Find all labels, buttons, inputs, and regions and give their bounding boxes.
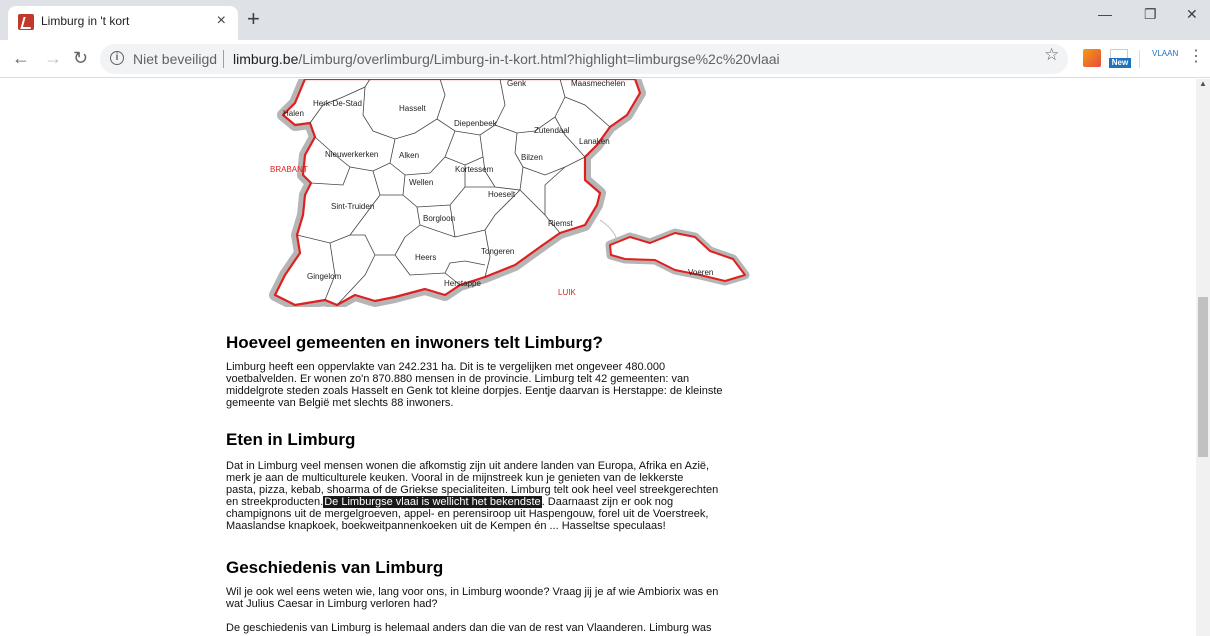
- reload-icon[interactable]: ↻: [73, 48, 88, 68]
- map-label-tongeren: Tongeren: [481, 247, 514, 256]
- map-label-kortessem: Kortessem: [455, 165, 494, 174]
- tab-strip: Limburg in 't kort × + — ❐ ✕: [0, 0, 1210, 40]
- map-label-nieuwerkerken: Nieuwerkerken: [325, 150, 378, 159]
- bookmark-star-icon[interactable]: ☆: [1044, 45, 1059, 65]
- browser-toolbar: ← → ↻ i Niet beveiligd limburg.be/Limbur…: [0, 40, 1210, 78]
- map-label-zutendaal: Zutendaal: [534, 126, 570, 135]
- map-label-genk: Genk: [507, 79, 527, 88]
- paragraph-history-intro: Wil je ook wel eens weten wie, lang voor…: [226, 586, 719, 610]
- close-tab-icon[interactable]: ×: [217, 11, 226, 31]
- vlaan-extension-icon[interactable]: VLAAN: [1152, 49, 1178, 67]
- section-inhabitants: Hoeveel gemeenten en inwoners telt Limbu…: [226, 333, 746, 409]
- vertical-scrollbar[interactable]: ▲: [1196, 79, 1210, 636]
- scroll-thumb[interactable]: [1198, 297, 1208, 457]
- new-tab-button[interactable]: +: [247, 8, 260, 30]
- map-label-herk-de-stad: Herk-De-Stad: [313, 99, 362, 108]
- page-viewport: Genk Maasmechelen Herk-De-Stad Halen Has…: [0, 79, 1196, 636]
- map-label-maasmechelen: Maasmechelen: [571, 79, 625, 88]
- search-highlight: De Limburgse vlaai is wellicht het beken…: [323, 496, 542, 508]
- map-label-luik: LUIK: [558, 288, 576, 297]
- map-label-voeren: Voeren: [688, 268, 713, 277]
- scroll-up-icon[interactable]: ▲: [1199, 79, 1207, 88]
- map-label-alken: Alken: [399, 151, 419, 160]
- section-history: Geschiedenis van Limburg Wil je ook wel …: [226, 558, 746, 634]
- map-label-brabant: BRABANT: [270, 165, 308, 174]
- map-label-herstappe: Herstappe: [444, 279, 481, 288]
- restore-icon[interactable]: ❐: [1144, 6, 1157, 23]
- address-bar[interactable]: i Niet beveiligd limburg.be/Limburg/over…: [100, 44, 1068, 74]
- tab-title: Limburg in 't kort: [41, 14, 130, 28]
- url-text[interactable]: limburg.be/Limburg/overlimburg/Limburg-i…: [233, 51, 780, 67]
- map-label-bilzen: Bilzen: [521, 153, 543, 162]
- new-extension-icon[interactable]: New: [1109, 49, 1131, 68]
- map-label-borgloon: Borgloon: [423, 214, 455, 223]
- map-label-wellen: Wellen: [409, 178, 433, 187]
- paragraph-history: De geschiedenis van Limburg is helemaal …: [226, 622, 712, 634]
- paragraph-inhabitants: Limburg heeft een oppervlakte van 242.23…: [226, 361, 723, 409]
- section-heading: Geschiedenis van Limburg: [226, 558, 444, 577]
- map-label-hoeselt: Hoeselt: [488, 190, 516, 199]
- back-icon[interactable]: ←: [12, 48, 30, 68]
- map-label-sint-truiden: Sint-Truiden: [331, 202, 374, 211]
- info-icon[interactable]: i: [110, 51, 124, 65]
- map-label-riemst: Riemst: [548, 219, 574, 228]
- limburg-favicon-icon: [18, 14, 34, 30]
- map-label-hasselt: Hasselt: [399, 104, 426, 113]
- map-label-gingelom: Gingelom: [307, 272, 342, 281]
- security-label: Niet beveiligd: [133, 51, 218, 67]
- map-label-halen: Halen: [283, 109, 304, 118]
- section-food: Eten in Limburg Dat in Limburg veel mens…: [226, 430, 746, 532]
- paragraph-food: Dat in Limburg veel mensen wonen die afk…: [226, 460, 719, 532]
- section-heading: Eten in Limburg: [226, 430, 356, 449]
- forward-icon[interactable]: →: [44, 48, 62, 68]
- map-label-lanaken: Lanaken: [579, 137, 610, 146]
- minimize-icon[interactable]: —: [1098, 6, 1112, 22]
- close-window-icon[interactable]: ✕: [1186, 6, 1198, 23]
- section-heading: Hoeveel gemeenten en inwoners telt Limbu…: [226, 333, 603, 352]
- map-label-heers: Heers: [415, 253, 436, 262]
- analytics-extension-icon[interactable]: [1083, 49, 1101, 67]
- browser-tab[interactable]: Limburg in 't kort ×: [8, 6, 238, 40]
- limburg-map: Genk Maasmechelen Herk-De-Stad Halen Has…: [269, 79, 750, 307]
- map-label-diepenbeek: Diepenbeek: [454, 119, 498, 128]
- omnibox-divider: [223, 50, 224, 68]
- more-menu-icon[interactable]: ⋮: [1188, 46, 1204, 66]
- extension-divider: [1139, 50, 1140, 68]
